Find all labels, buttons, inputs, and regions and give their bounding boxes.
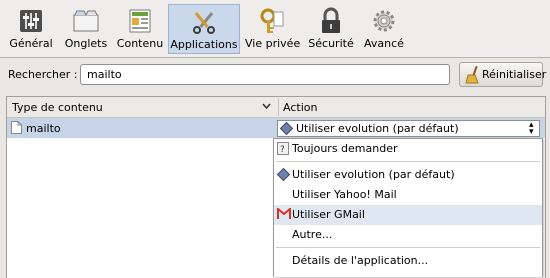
menu-item-gmail[interactable]: Utiliser GMail [274,205,542,225]
advanced-gear-icon [373,10,395,32]
tab-security-label: Sécurité [308,37,354,50]
question-icon: ? [277,142,289,155]
menu-item-label: Détails de l'application... [292,254,429,267]
column-divider [278,98,279,116]
content-icon [129,9,151,33]
menu-item-app-details[interactable]: Détails de l'application... [274,251,542,271]
menu-separator [276,161,540,162]
broom-icon [465,66,479,84]
tab-advanced[interactable]: Avancé [360,4,408,54]
tabs-icon [73,10,99,32]
reset-button[interactable]: Réinitialiser [459,62,547,87]
dropdown-arrows-icon: ▴ ▾ [529,120,534,137]
menu-item-label: Utiliser Yahoo! Mail [292,188,397,201]
tab-tabs[interactable]: Onglets [62,4,110,54]
menu-item-yahoo-mail[interactable]: Utiliser Yahoo! Mail [274,185,542,205]
general-sliders-icon [20,10,42,32]
security-lock-icon [322,7,340,33]
svg-text:?: ? [280,145,285,155]
tab-applications-label: Applications [170,38,238,51]
search-input[interactable] [80,64,450,85]
menu-item-evolution[interactable]: Utiliser evolution (par défaut) [274,165,542,185]
action-menu: ? Toujours demander Utiliser evolution (… [273,138,543,277]
tab-security[interactable]: Sécurité [307,4,355,54]
tab-applications[interactable]: Applications [168,4,240,54]
action-dropdown[interactable]: Utiliser evolution (par défaut) ▴ ▾ [277,120,540,137]
column-header-action[interactable]: Action [283,101,317,114]
file-icon [11,121,22,134]
tab-privacy[interactable]: Vie privée [245,4,301,54]
privacy-key-icon [260,8,284,33]
menu-item-label: Utiliser evolution (par défaut) [292,168,455,181]
action-dropdown-value: Utiliser evolution (par défaut) [296,122,459,135]
menu-item-label: Utiliser GMail [292,208,365,221]
diamond-icon [277,168,290,181]
tab-content[interactable]: Contenu [116,4,164,54]
content-type-cell: mailto [26,122,61,135]
menu-separator [276,247,540,248]
tab-general-label: Général [9,37,53,50]
menu-item-label: Toujours demander [292,142,398,155]
search-label: Rechercher : [8,68,78,81]
tab-privacy-label: Vie privée [245,37,301,50]
menu-item-other[interactable]: Autre... [274,225,542,245]
menu-item-always-ask[interactable]: ? Toujours demander [274,139,542,159]
preferences-toolbar: Général Onglets Contenu Applications Vie… [0,0,550,58]
tab-general[interactable]: Général [7,4,55,54]
applications-icon [193,12,215,34]
column-header-content-type[interactable]: Type de contenu [12,101,103,114]
diamond-icon [280,122,293,135]
tab-advanced-label: Avancé [364,37,404,50]
reset-button-label: Réinitialiser [482,68,547,81]
tab-tabs-label: Onglets [64,37,108,50]
gmail-icon [277,208,291,219]
tab-content-label: Contenu [116,37,164,50]
table-header: Type de contenu Action [7,97,545,118]
menu-item-label: Autre... [292,228,333,241]
sort-down-icon [262,103,271,110]
